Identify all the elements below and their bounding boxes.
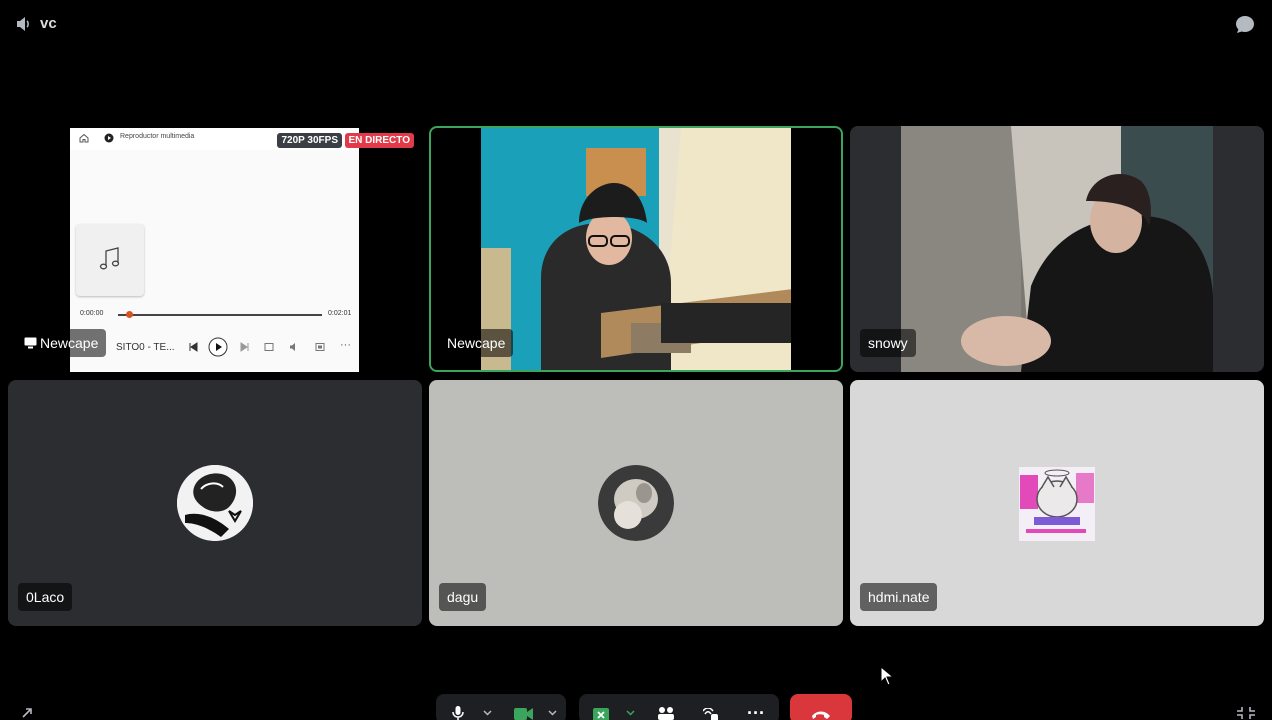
previous-icon[interactable] [188, 342, 198, 352]
seek-handle[interactable] [126, 311, 133, 318]
call-header: vc [0, 0, 1272, 48]
screen-share-icon[interactable] [593, 708, 609, 720]
channel-title: vc [40, 15, 57, 32]
media-app-icon [104, 133, 114, 143]
participant-tile-dagu[interactable]: dagu [429, 380, 843, 626]
soundboard-icon[interactable] [703, 708, 719, 720]
stream-name-label: Newcape [18, 329, 107, 357]
volume-icon[interactable] [289, 342, 299, 352]
participant-name-label: hdmi.nate [860, 583, 938, 611]
participant-name-label: Newcape [439, 329, 514, 357]
fullscreen-icon[interactable] [1236, 706, 1256, 720]
chevron-down-icon[interactable] [626, 710, 635, 716]
music-note-icon [99, 247, 120, 270]
time-elapsed: 0:00:00 [80, 310, 104, 317]
camera-icon[interactable] [514, 706, 534, 720]
participant-name-label: dagu [439, 583, 487, 611]
play-icon[interactable] [208, 337, 228, 357]
next-icon[interactable] [240, 342, 250, 352]
chat-bubble-icon[interactable] [1234, 14, 1256, 36]
activity-icon[interactable] [657, 706, 675, 720]
quality-badge: 720P 30FPS [277, 133, 342, 148]
more-icon[interactable]: ··· [747, 704, 765, 720]
avatar [1019, 465, 1095, 541]
chevron-down-icon[interactable] [483, 710, 492, 716]
stream-user: Newcape [40, 335, 99, 351]
microphone-icon[interactable] [452, 706, 464, 720]
shared-screen: Reproductor multimedia 0:00:00 0:02:01 S… [70, 128, 359, 372]
mouse-cursor [880, 666, 894, 686]
camera-video [481, 128, 791, 370]
hang-up-icon [812, 711, 830, 719]
live-badge: EN DIRECTO [344, 133, 414, 148]
album-art [76, 224, 144, 296]
cast-icon[interactable] [315, 342, 325, 352]
avatar [177, 465, 253, 541]
participant-tile-newcape[interactable]: Newcape [429, 126, 843, 372]
song-title: SITO0 - TE... [116, 342, 175, 353]
activity-controls: ··· [579, 694, 779, 720]
pop-out-icon[interactable] [20, 706, 34, 720]
participant-name-label: snowy [860, 329, 916, 357]
miniplayer-icon[interactable] [264, 342, 274, 352]
seek-bar[interactable]: 0:00:00 0:02:01 [80, 308, 352, 322]
camera-video [901, 126, 1213, 372]
home-icon [79, 133, 89, 143]
time-total: 0:02:01 [328, 310, 352, 317]
more-options-icon[interactable]: ··· [340, 339, 351, 351]
participant-tile-0laco[interactable]: 0Laco [8, 380, 422, 626]
stream-tile[interactable]: Reproductor multimedia 0:00:00 0:02:01 S… [8, 126, 422, 372]
speaker-icon [17, 17, 29, 31]
participant-name-label: 0Laco [18, 583, 73, 611]
screen-share-icon [24, 337, 37, 349]
chevron-down-icon[interactable] [548, 710, 557, 716]
player-title: Reproductor multimedia [120, 133, 195, 140]
participant-tile-hdmi-nate[interactable]: hdmi.nate [850, 380, 1264, 626]
avatar [598, 465, 674, 541]
participant-tile-snowy[interactable]: snowy [850, 126, 1264, 372]
player-controls: SITO0 - TE... ··· [70, 336, 359, 358]
voice-controls [436, 694, 566, 720]
hang-up-button[interactable] [790, 694, 852, 720]
seek-track [118, 314, 322, 316]
